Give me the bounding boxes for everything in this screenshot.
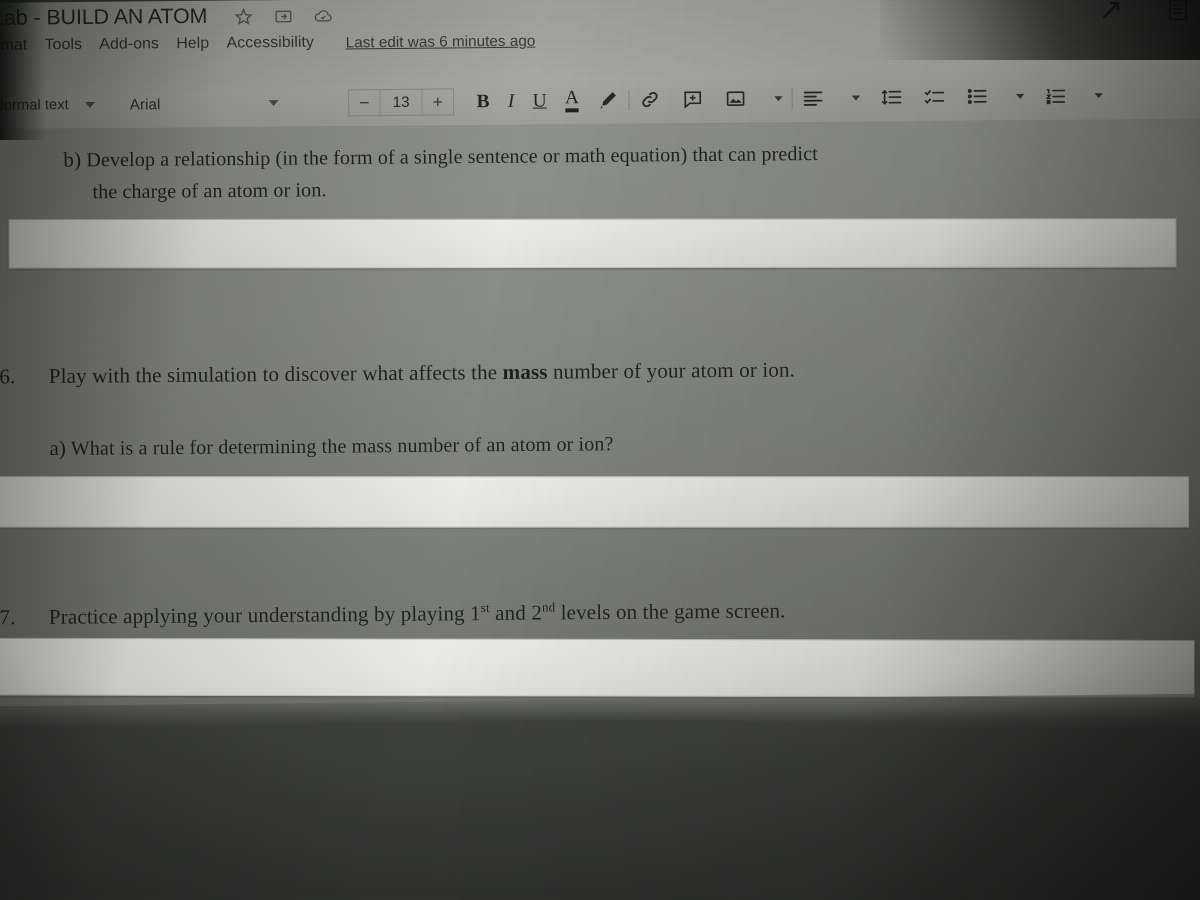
last-edit-link[interactable]: Last edit was 6 minutes ago <box>346 32 536 51</box>
font-family-dropdown[interactable]: Arial <box>130 94 334 113</box>
chevron-down-icon[interactable] <box>774 95 784 101</box>
highlight-pen-icon[interactable] <box>597 89 620 111</box>
menu-item-add-ons[interactable]: Add-ons <box>99 35 159 54</box>
question-5b-line1: b) Develop a relationship (in the form o… <box>63 142 818 172</box>
increase-font-size-button[interactable]: + <box>422 89 453 114</box>
font-size-stepper: − 13 + <box>347 87 455 116</box>
question-6-emphasis: mass <box>502 361 548 385</box>
cloud-saved-icon[interactable] <box>313 6 333 25</box>
question-7-text-before: Practice applying your understanding by … <box>48 602 481 630</box>
share-arrow-icon[interactable] <box>1100 0 1124 22</box>
chevron-down-icon <box>84 101 96 108</box>
formatting-toolbar: Normal text Arial − 13 + B I U A <box>0 77 1200 123</box>
move-to-folder-icon[interactable] <box>274 6 294 25</box>
menu-item-help[interactable]: Help <box>176 35 209 53</box>
question-7-text-after: levels on the game screen. <box>555 599 786 625</box>
chevron-down-icon <box>268 100 279 107</box>
text-color-button[interactable]: A <box>565 87 580 113</box>
desk-surface <box>0 693 1200 900</box>
add-comment-icon[interactable] <box>682 88 705 110</box>
title-icon-group <box>234 6 333 26</box>
toolbar-divider <box>792 88 794 109</box>
insert-link-icon[interactable] <box>639 88 662 110</box>
bulleted-list-icon[interactable] <box>966 85 989 107</box>
title-bar: Lab - BUILD AN ATOM <box>0 0 702 33</box>
star-icon[interactable] <box>234 7 254 26</box>
photo-of-screen: Lab - BUILD AN ATOM ormat Tools Add-ons … <box>0 0 1200 900</box>
font-size-input[interactable]: 13 <box>379 89 423 115</box>
chevron-down-icon[interactable] <box>1016 93 1025 99</box>
docs-app-chrome: Lab - BUILD AN ATOM ormat Tools Add-ons … <box>0 0 1200 131</box>
font-family-label: Arial <box>129 95 161 114</box>
question-6: 6. Play with the simulation to discover … <box>0 359 795 390</box>
answer-box-6a[interactable] <box>0 476 1190 528</box>
document-title[interactable]: Lab - BUILD AN ATOM <box>0 5 207 31</box>
italic-button[interactable]: I <box>508 90 515 111</box>
document-canvas[interactable]: b) Develop a relationship (in the form o… <box>0 118 1200 789</box>
decrease-font-size-button[interactable]: − <box>349 90 380 115</box>
question-7-label: 7. <box>0 606 16 630</box>
question-7-sup-first: st <box>480 600 490 616</box>
answer-box-7[interactable] <box>0 637 1195 698</box>
insert-image-icon[interactable] <box>725 88 748 110</box>
document-outline-icon[interactable] <box>1166 0 1190 22</box>
align-icon[interactable] <box>802 87 825 109</box>
question-6a-label: a) <box>49 437 67 461</box>
text-format-group: B I U A <box>476 87 620 113</box>
menu-item-tools[interactable]: Tools <box>45 36 83 54</box>
question-6-text-after: number of your atom or ion. <box>547 358 796 384</box>
insert-group <box>639 87 784 110</box>
paragraph-group <box>802 84 1104 109</box>
top-right-icon-group <box>1100 0 1190 22</box>
menu-bar: ormat Tools Add-ons Help Accessibility L… <box>0 28 535 59</box>
question-6a-text: What is a rule for determining the mass … <box>70 433 614 461</box>
numbered-list-icon[interactable] <box>1045 85 1068 107</box>
paragraph-style-dropdown[interactable]: Normal text <box>0 97 111 114</box>
line-spacing-icon[interactable] <box>881 86 904 108</box>
underline-button[interactable]: U <box>533 90 547 111</box>
menu-item-format[interactable]: ormat <box>0 36 27 54</box>
question-7-sup-second: nd <box>541 600 556 615</box>
question-7-text-mid: and 2 <box>489 602 543 626</box>
question-6-label: 6. <box>0 365 16 389</box>
question-6-text-before: Play with the simulation to discover wha… <box>48 361 503 389</box>
menu-item-accessibility[interactable]: Accessibility <box>227 34 315 53</box>
checklist-icon[interactable] <box>924 86 947 108</box>
chevron-down-icon[interactable] <box>852 95 861 101</box>
chevron-down-icon[interactable] <box>1095 92 1104 98</box>
toolbar-divider <box>628 89 631 110</box>
question-7: 7. Practice applying your understanding … <box>0 598 786 630</box>
paragraph-style-label: Normal text <box>0 97 69 114</box>
question-6a: a) What is a rule for determining the ma… <box>49 433 613 462</box>
answer-box-5b[interactable] <box>8 218 1177 269</box>
question-5b-label: b) <box>63 148 82 172</box>
question-5b-text: Develop a relationship (in the form of a… <box>86 143 818 172</box>
bold-button[interactable]: B <box>476 91 489 112</box>
question-5b-line2: the charge of an atom or ion. <box>92 179 327 204</box>
